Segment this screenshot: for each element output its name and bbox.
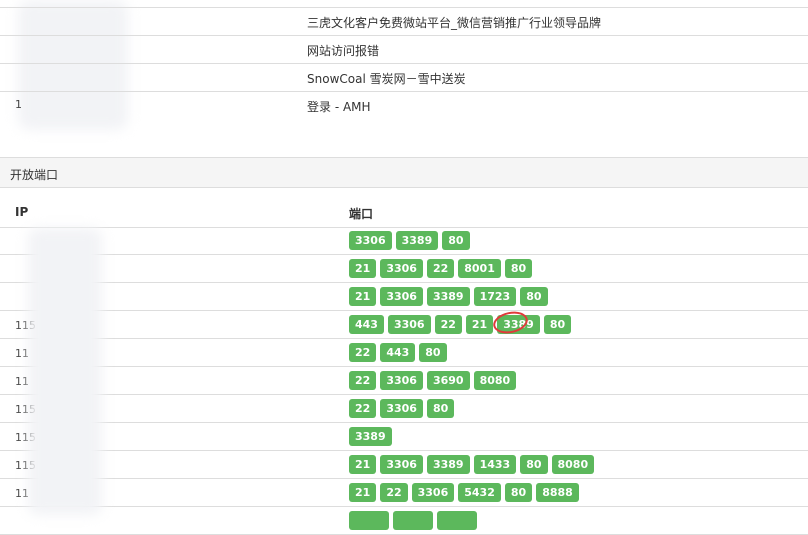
port-list: 22 3306 3690 8080	[349, 371, 517, 390]
port-list: 3389	[349, 427, 392, 446]
section-header: 开放端口	[0, 157, 808, 188]
table-row: 3306 3389 80	[0, 227, 808, 255]
port-badge: 8080	[473, 371, 517, 390]
site-row[interactable]: 三虎文化客户免费微站平台_微信营销推广行业领导品牌	[0, 8, 808, 36]
port-list	[349, 511, 477, 530]
port-badge: 80	[504, 259, 533, 278]
port-badge	[393, 511, 433, 530]
port-badge: 3306	[380, 399, 423, 418]
site-title[interactable]: 三虎文化客户免费微站平台_微信营销推广行业领导品牌	[307, 14, 601, 31]
port-badge: 1433	[473, 455, 517, 474]
table-row: 115 3389	[0, 423, 808, 451]
row-ip: 11	[15, 487, 29, 500]
redacted-area	[28, 228, 102, 515]
port-badge: 3690	[426, 371, 470, 390]
row-ip: 11	[15, 375, 29, 388]
site-title[interactable]: SnowCoal 雪炭网－雪中送炭	[307, 70, 466, 87]
table-row: 21 3306 3389 1723 80	[0, 283, 808, 311]
port-badge: 80	[520, 287, 548, 306]
port-badge: 3389	[426, 455, 470, 474]
port-badge: 3389	[426, 287, 470, 306]
port-badge	[349, 511, 389, 530]
port-badge: 21	[349, 455, 377, 474]
port-badge: 22	[426, 259, 455, 278]
table-row: 21 3306 22 8001 80	[0, 255, 808, 283]
column-header-ports: 端口	[349, 207, 374, 221]
site-title[interactable]: 网站访问报错	[307, 42, 379, 59]
port-badge: 3389	[395, 231, 439, 250]
port-badge: 3389	[497, 315, 540, 334]
table-row: 115 443 3306 22 21 3389 80	[0, 311, 808, 339]
port-badge: 3306	[380, 287, 423, 306]
port-badge: 3306	[380, 455, 423, 474]
port-badge: 22	[434, 315, 462, 334]
port-badge: 80	[520, 455, 548, 474]
port-list: 22 3306 80	[349, 399, 455, 418]
port-list: 21 3306 3389 1433 80 8080	[349, 455, 595, 474]
port-badge	[437, 511, 477, 530]
site-row-empty	[0, 0, 808, 8]
site-ip: 1	[15, 98, 22, 111]
port-badge: 21	[465, 315, 494, 334]
port-badge: 22	[349, 343, 377, 362]
column-header-ip: IP	[15, 205, 29, 219]
port-badge: 80	[504, 483, 533, 502]
port-badge: 3306	[380, 259, 423, 278]
port-badge: 3306	[387, 315, 431, 334]
site-row[interactable]: 1 登录 - AMH	[0, 92, 808, 120]
table-row	[0, 507, 808, 535]
port-badge: 21	[349, 483, 377, 502]
port-badge: 3306	[380, 371, 423, 390]
port-badge: 80	[543, 315, 572, 334]
site-row[interactable]: SnowCoal 雪炭网－雪中送炭	[0, 64, 808, 92]
port-badge: 5432	[458, 483, 501, 502]
port-badge: 21	[349, 287, 377, 306]
table-row: 11 22 3306 3690 8080	[0, 367, 808, 395]
port-list: 22 443 80	[349, 343, 447, 362]
port-badge: 22	[349, 399, 377, 418]
port-badge: 22	[349, 371, 377, 390]
port-list: 3306 3389 80	[349, 231, 470, 250]
port-badge: 8080	[551, 455, 595, 474]
port-badge: 80	[442, 231, 470, 250]
port-list: 443 3306 22 21 3389 80	[349, 315, 572, 334]
port-badge: 443	[349, 315, 384, 334]
port-badge: 8888	[536, 483, 579, 502]
port-badge: 3389	[349, 427, 392, 446]
port-badge: 80	[426, 399, 455, 418]
port-list: 21 3306 22 8001 80	[349, 259, 533, 278]
port-list: 21 3306 3389 1723 80	[349, 287, 548, 306]
port-badge: 443	[380, 343, 416, 362]
port-badge: 3306	[349, 231, 392, 250]
row-ip: 11	[15, 347, 29, 360]
port-badge: 1723	[473, 287, 517, 306]
port-badge: 21	[349, 259, 377, 278]
port-badge: 22	[380, 483, 408, 502]
table-row: 11 22 443 80	[0, 339, 808, 367]
table-header: IP 端口	[0, 199, 808, 228]
port-badge: 3306	[411, 483, 455, 502]
port-badge: 8001	[458, 259, 501, 278]
port-list: 21 22 3306 5432 80 8888	[349, 483, 579, 502]
section-title: 开放端口	[10, 168, 59, 182]
site-row[interactable]: 网站访问报错	[0, 36, 808, 64]
table-row: 115 22 3306 80	[0, 395, 808, 423]
site-title[interactable]: 登录 - AMH	[307, 98, 371, 115]
table-row: 115 21 3306 3389 1433 80 8080	[0, 451, 808, 479]
table-row: 11 21 22 3306 5432 80 8888	[0, 479, 808, 507]
port-badge: 80	[419, 343, 447, 362]
